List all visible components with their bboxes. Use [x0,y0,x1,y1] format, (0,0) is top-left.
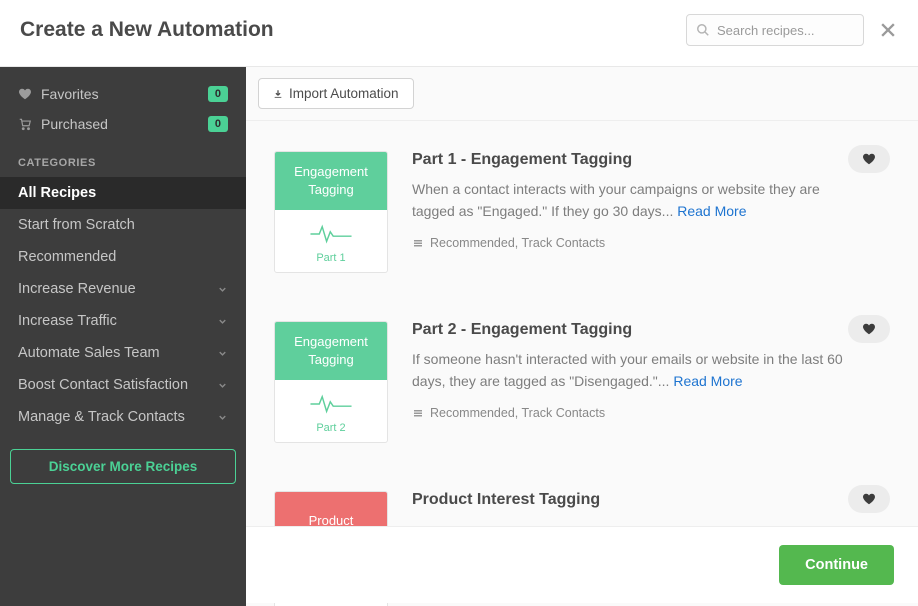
modal-header: Create a New Automation [0,0,918,67]
recipe-card[interactable]: EngagementTaggingPart 2Part 2 - Engageme… [274,297,890,467]
recipe-thumb: EngagementTaggingPart 1 [274,151,388,273]
sidebar-category[interactable]: Manage & Track Contacts [0,401,246,433]
recipe-title: Product Interest Tagging [412,491,850,509]
search-input[interactable] [686,14,864,46]
category-label: Automate Sales Team [18,345,160,361]
read-more-link[interactable]: Read More [677,203,746,219]
recipe-desc: If someone hasn't interacted with your e… [412,349,850,392]
sidebar-category[interactable]: Increase Traffic [0,305,246,337]
chevron-down-icon [217,284,228,295]
continue-button[interactable]: Continue [779,545,894,585]
category-label: Manage & Track Contacts [18,409,185,425]
sidebar-category[interactable]: Increase Revenue [0,273,246,305]
heart-icon [862,322,876,336]
sidebar: Favorites 0 Purchased 0 CATEGORIES All R… [0,67,246,606]
recipe-card[interactable]: EngagementTaggingPart 1Part 1 - Engageme… [274,127,890,297]
sidebar-purchased-label: Purchased [41,116,108,132]
recipe-title: Part 1 - Engagement Tagging [412,151,850,169]
category-label: All Recipes [18,185,96,201]
favorite-button[interactable] [848,315,890,343]
thumb-body: Part 1 [275,210,387,272]
sidebar-category[interactable]: Recommended [0,241,246,273]
thumb-header: EngagementTagging [275,152,387,210]
download-icon [273,88,283,100]
recipe-meta: Recommended, Track Contacts [412,406,850,420]
recipe-thumb: EngagementTaggingPart 2 [274,321,388,443]
chevron-down-icon [217,412,228,423]
sidebar-category[interactable]: Start from Scratch [0,209,246,241]
category-label: Recommended [18,249,116,265]
import-automation-button[interactable]: Import Automation [258,78,414,109]
sidebar-category[interactable]: Boost Contact Satisfaction [0,369,246,401]
purchased-count-badge: 0 [208,116,228,132]
search-wrap [686,14,864,46]
heart-icon [862,152,876,166]
recipe-body: Part 1 - Engagement Tagging When a contac… [412,151,890,273]
discover-more-button[interactable]: Discover More Recipes [10,449,236,484]
footer: Continue [246,526,918,603]
favorites-count-badge: 0 [208,86,228,102]
chevron-down-icon [217,380,228,391]
tag-icon [412,237,424,249]
tag-icon [412,407,424,419]
recipe-meta: Recommended, Track Contacts [412,236,850,250]
toolbar: Import Automation [246,67,918,121]
category-label: Increase Traffic [18,313,117,329]
chevron-down-icon [217,316,228,327]
recipe-title: Part 2 - Engagement Tagging [412,321,850,339]
category-label: Increase Revenue [18,281,136,297]
sidebar-purchased[interactable]: Purchased 0 [0,109,246,139]
thumb-body: Part 2 [275,380,387,442]
category-label: Start from Scratch [18,217,135,233]
page-title: Create a New Automation [20,18,274,42]
close-button[interactable] [878,20,898,40]
favorite-button[interactable] [848,485,890,513]
read-more-link[interactable]: Read More [673,373,742,389]
sidebar-favorites[interactable]: Favorites 0 [0,79,246,109]
favorite-button[interactable] [848,145,890,173]
header-right [686,14,898,46]
sidebar-category[interactable]: Automate Sales Team [0,337,246,369]
categories-heading: CATEGORIES [0,139,246,177]
cart-icon [18,117,32,131]
close-icon [878,20,898,40]
recipe-desc: When a contact interacts with your campa… [412,179,850,222]
sidebar-category[interactable]: All Recipes [0,177,246,209]
import-label: Import Automation [289,86,399,101]
categories-list: All Recipes Start from Scratch Recommended… [0,177,246,433]
chevron-down-icon [217,348,228,359]
heart-icon [862,492,876,506]
sidebar-favorites-label: Favorites [41,86,99,102]
thumb-header: EngagementTagging [275,322,387,380]
heart-icon [18,87,32,101]
category-label: Boost Contact Satisfaction [18,377,188,393]
recipe-body: Part 2 - Engagement Tagging If someone ha… [412,321,890,443]
